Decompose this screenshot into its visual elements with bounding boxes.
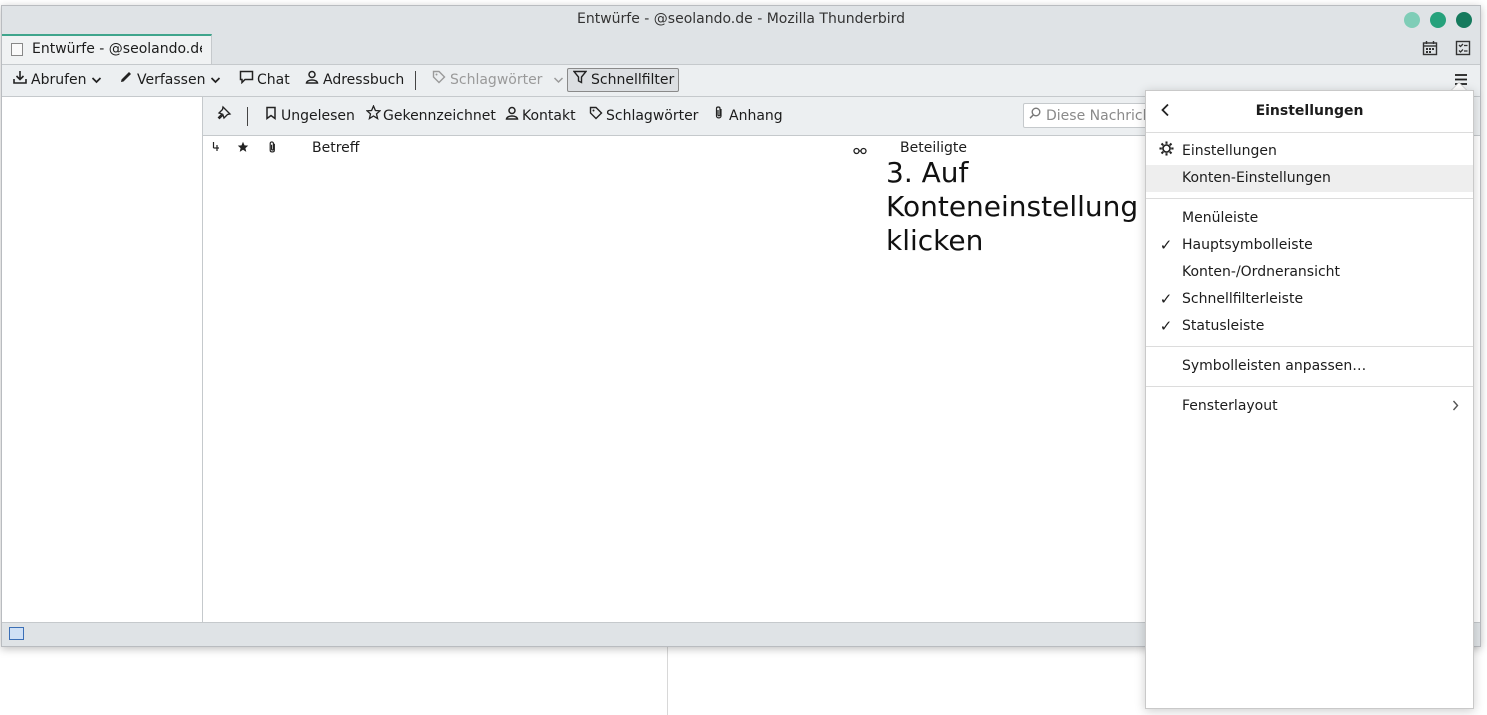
attachment-filter-label: Anhang bbox=[729, 108, 783, 124]
checkmark-icon: ✓ bbox=[1159, 317, 1173, 335]
close-button[interactable] bbox=[1456, 12, 1472, 28]
panel-separator bbox=[1146, 346, 1473, 347]
attachment-filter-button[interactable]: Anhang bbox=[711, 105, 783, 127]
checkmark-icon: ✓ bbox=[1159, 236, 1173, 254]
menu-item-label: Schnellfilterleiste bbox=[1182, 291, 1304, 307]
star-outline-icon bbox=[364, 104, 382, 127]
bookmark-icon bbox=[263, 105, 279, 127]
quick-filter-label: Schnellfilter bbox=[591, 72, 675, 88]
attachment-icon[interactable] bbox=[267, 140, 278, 158]
online-status-icon[interactable] bbox=[9, 627, 24, 640]
tags-filter-button[interactable]: Schlagwörter bbox=[588, 105, 698, 127]
panel-title: Einstellungen bbox=[1255, 103, 1364, 119]
menu-item-statusleiste[interactable]: ✓ Statusleiste bbox=[1146, 313, 1473, 340]
chevron-down-icon bbox=[210, 72, 221, 88]
address-book-label: Adressbuch bbox=[323, 72, 405, 88]
quick-filter-button[interactable]: Schnellfilter bbox=[567, 68, 680, 92]
menu-item-fensterlayout[interactable]: Fensterlayout bbox=[1146, 393, 1473, 420]
subject-column-header[interactable]: Betreff bbox=[312, 140, 359, 156]
drafts-icon bbox=[11, 43, 23, 56]
star-icon[interactable] bbox=[237, 141, 249, 157]
tutorial-annotation: 3. Auf Konteneinstellung klicken bbox=[886, 156, 1138, 258]
annotation-line-3: klicken bbox=[886, 224, 984, 257]
unread-filter-label: Ungelesen bbox=[281, 108, 355, 124]
tab-bar: Entwürfe - @seolando.de bbox=[2, 34, 1480, 65]
annotation-line-2: Konteneinstellung bbox=[886, 190, 1139, 223]
compose-button[interactable]: Verfassen bbox=[114, 69, 209, 91]
tab-label: Entwürfe - @seolando.de bbox=[32, 41, 202, 57]
menu-item-label: Statusleiste bbox=[1182, 318, 1265, 334]
calendar-icon[interactable] bbox=[1422, 40, 1438, 56]
title-bar[interactable]: Entwürfe - @seolando.de - Mozilla Thunde… bbox=[2, 6, 1480, 34]
qf-separator bbox=[247, 107, 248, 126]
download-icon bbox=[12, 70, 28, 92]
get-messages-label: Abrufen bbox=[31, 72, 87, 88]
thread-icon[interactable] bbox=[212, 141, 221, 157]
tags-label: Schlagwörter bbox=[450, 72, 543, 88]
menu-item-label: Konten-/Ordneransicht bbox=[1182, 264, 1341, 280]
menu-item-label: Konten-Einstellungen bbox=[1182, 170, 1331, 186]
menu-item-label: Symbolleisten anpassen… bbox=[1182, 358, 1367, 374]
filter-icon bbox=[572, 70, 588, 92]
app-menu-panel: Einstellungen Einstellungen Konten-Einst… bbox=[1145, 90, 1474, 709]
get-messages-button[interactable]: Abrufen bbox=[8, 69, 91, 91]
tab-drafts[interactable]: Entwürfe - @seolando.de bbox=[2, 34, 212, 64]
pencil-icon bbox=[118, 70, 134, 92]
background-divider bbox=[667, 646, 668, 715]
menu-item-label: Einstellungen bbox=[1182, 143, 1277, 159]
get-messages-dropdown[interactable] bbox=[88, 69, 105, 91]
minimize-button[interactable] bbox=[1404, 12, 1420, 28]
correspondents-column-header[interactable]: Beteiligte bbox=[900, 140, 967, 156]
menu-item-label: Fensterlayout bbox=[1182, 398, 1278, 414]
gear-icon bbox=[1158, 138, 1174, 165]
panel-separator bbox=[1146, 132, 1473, 133]
starred-filter-button[interactable]: Gekennzeichnet bbox=[364, 104, 496, 127]
annotation-line-1: 3. Auf bbox=[886, 156, 969, 189]
chat-button[interactable]: Chat bbox=[234, 69, 294, 91]
contact-filter-button[interactable]: Kontakt bbox=[504, 105, 576, 127]
chevron-down-icon bbox=[553, 72, 564, 88]
address-book-button[interactable]: Adressbuch bbox=[300, 69, 408, 91]
menu-item-symbolleisten-anpassen[interactable]: Symbolleisten anpassen… bbox=[1146, 353, 1473, 380]
maximize-button[interactable] bbox=[1430, 12, 1446, 28]
search-icon bbox=[1029, 107, 1041, 123]
menu-item-menueleiste[interactable]: Menüleiste bbox=[1146, 205, 1473, 232]
starred-filter-label: Gekennzeichnet bbox=[383, 108, 496, 124]
paperclip-icon bbox=[711, 105, 727, 127]
tags-filter-label: Schlagwörter bbox=[606, 108, 699, 124]
menu-item-label: Hauptsymbolleiste bbox=[1182, 237, 1313, 253]
contact-icon bbox=[504, 105, 520, 127]
compose-label: Verfassen bbox=[137, 72, 206, 88]
chat-bubble-icon bbox=[238, 70, 254, 92]
panel-separator bbox=[1146, 386, 1473, 387]
unread-filter-button[interactable]: Ungelesen bbox=[263, 105, 355, 127]
contact-filter-label: Kontakt bbox=[522, 108, 576, 124]
tasks-icon[interactable] bbox=[1455, 40, 1471, 56]
chevron-down-icon bbox=[91, 72, 102, 88]
folder-pane[interactable] bbox=[2, 97, 203, 622]
pin-icon bbox=[216, 105, 232, 125]
menu-item-konten-ordneransicht[interactable]: Konten-/Ordneransicht bbox=[1146, 259, 1473, 286]
chat-label: Chat bbox=[257, 72, 290, 88]
toolbar-separator bbox=[415, 71, 416, 90]
menu-item-konten-einstellungen[interactable]: Konten-Einstellungen bbox=[1146, 165, 1473, 192]
sticky-filter-button[interactable] bbox=[216, 105, 232, 127]
menu-item-hauptsymbolleiste[interactable]: ✓ Hauptsymbolleiste bbox=[1146, 232, 1473, 259]
compose-dropdown[interactable] bbox=[207, 69, 224, 91]
window-title: Entwürfe - @seolando.de - Mozilla Thunde… bbox=[577, 11, 905, 27]
correspondents-icon[interactable] bbox=[853, 143, 867, 159]
menu-item-einstellungen[interactable]: Einstellungen bbox=[1146, 138, 1473, 165]
menu-item-schnellfilterleiste[interactable]: ✓ Schnellfilterleiste bbox=[1146, 286, 1473, 313]
chevron-right-icon bbox=[1452, 393, 1459, 420]
contact-icon bbox=[304, 70, 320, 92]
checkmark-icon: ✓ bbox=[1159, 290, 1173, 308]
tag-icon bbox=[588, 105, 604, 127]
tags-button[interactable]: Schlagwörter bbox=[427, 69, 568, 91]
tag-icon bbox=[431, 70, 447, 92]
menu-item-label: Menüleiste bbox=[1182, 210, 1259, 226]
panel-separator bbox=[1146, 198, 1473, 199]
